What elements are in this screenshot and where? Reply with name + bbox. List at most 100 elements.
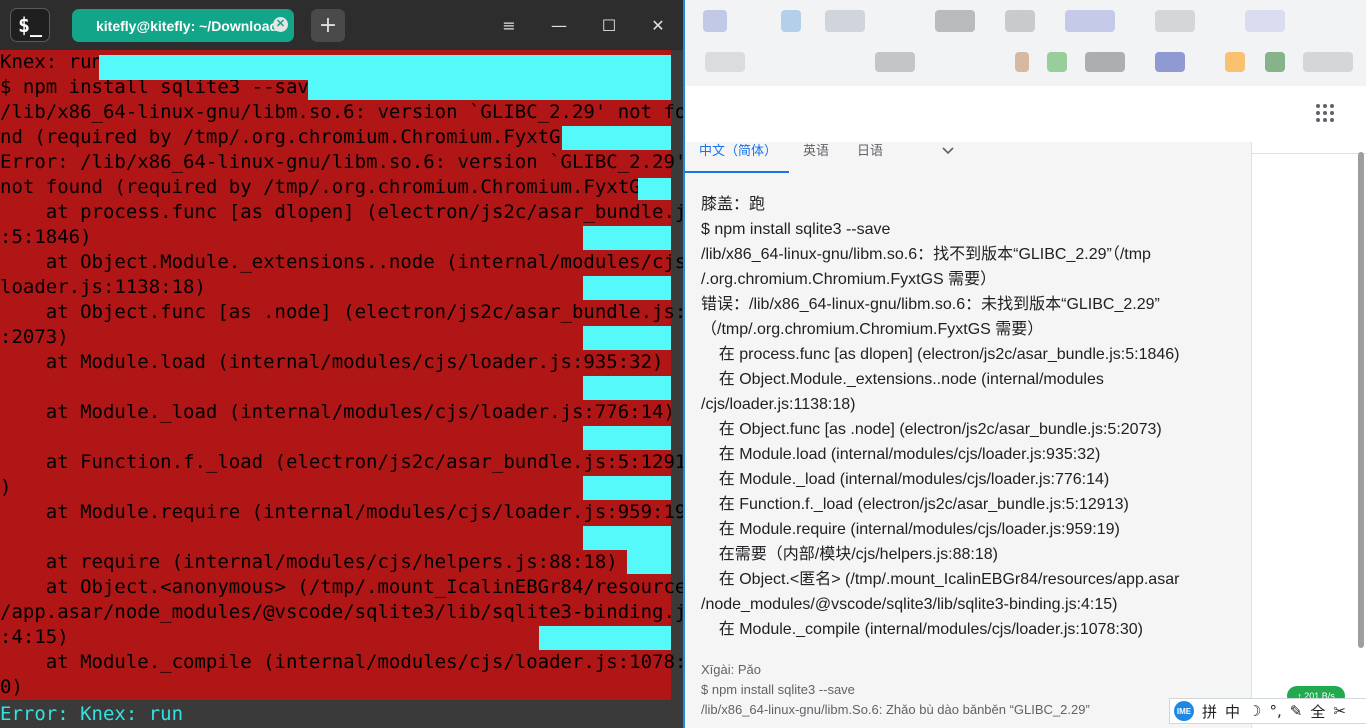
translate-page: 中文（简体） 英语 日语 膝盖：跑 $ npm install sqlite3 … <box>683 0 1366 728</box>
terminal-line: 0) <box>0 675 683 700</box>
fullwidth-toggle[interactable]: 全 <box>1310 701 1325 722</box>
translation-output[interactable]: 膝盖：跑 $ npm install sqlite3 --save /lib/x… <box>701 192 1201 642</box>
terminal-line-text: at Object.<anonymous> (/tmp/.mount_Icali… <box>0 576 683 598</box>
terminal-line: at Module._load (internal/modules/cjs/lo… <box>0 400 683 425</box>
menu-icon[interactable]: ≡ <box>496 12 522 38</box>
terminal-line-text: Error: /lib/x86_64-linux-gnu/libm.so.6: … <box>0 151 683 173</box>
terminal-line-text: at Module._compile (internal/modules/cjs… <box>0 651 683 673</box>
tab-chinese-simplified[interactable]: 中文（简体） <box>699 142 777 172</box>
tab-english[interactable]: 英语 <box>803 142 829 172</box>
transliteration: Xīgài: Pǎo $ npm install sqlite3 --save … <box>701 660 1221 720</box>
translation-line: /cjs/loader.js:1138:18) <box>701 396 856 413</box>
bookmark-icon[interactable] <box>1225 52 1245 72</box>
terminal-line-text: /app.asar/node_modules/@vscode/sqlite3/l… <box>0 601 683 623</box>
terminal-header-bar: $_ kitefly@kitefly: ~/Downloads ✕ + ≡ — … <box>0 0 683 50</box>
scrollbar[interactable] <box>1358 152 1364 648</box>
translation-line: 在 Object.Module._extensions..node (inter… <box>701 371 1104 388</box>
bookmark-icon[interactable] <box>1265 52 1285 72</box>
close-icon[interactable]: ✕ <box>645 12 671 38</box>
terminal-line: at Module._compile (internal/modules/cjs… <box>0 650 683 675</box>
terminal-line: /app.asar/node_modules/@vscode/sqlite3/l… <box>0 600 683 625</box>
minimize-icon[interactable]: — <box>546 12 572 38</box>
terminal-line: loader.js:1138:18) <box>0 275 683 300</box>
tab-close-icon[interactable]: ✕ <box>273 17 288 32</box>
transliteration-line: /lib/x86_64-linux-gnu/libm.So.6: Zhǎo bù… <box>701 702 1090 717</box>
terminal-line: at process.func [as dlopen] (electron/js… <box>0 200 683 225</box>
ime-language-toggle[interactable]: 中 <box>1225 701 1240 722</box>
terminal-line: /lib/x86_64-linux-gnu/libm.so.6: version… <box>0 100 683 125</box>
terminal-line: at require (internal/modules/cjs/helpers… <box>0 550 683 575</box>
ime-logo-icon[interactable]: IME <box>1174 701 1194 721</box>
terminal-line-text: ) <box>0 476 12 498</box>
translation-line: 在 Object.<匿名> (/tmp/.mount_IcalinEBGr84/… <box>701 571 1180 588</box>
bookmark-icon[interactable] <box>705 52 745 72</box>
translation-line: 在 Module._load (internal/modules/cjs/loa… <box>701 471 1110 488</box>
bookmark-icon[interactable] <box>825 10 865 32</box>
terminal-line: at Module.require (internal/modules/cjs/… <box>0 500 683 525</box>
ime-mode-pinyin[interactable]: 拼 <box>1202 701 1217 722</box>
pen-icon[interactable]: ✎ <box>1290 702 1303 720</box>
terminal-output[interactable]: Knex: run $ npm install sqlite3 --save /… <box>0 50 683 728</box>
terminal-line: at Module.load (internal/modules/cjs/loa… <box>0 350 683 375</box>
terminal-line-text: at Module.require (internal/modules/cjs/… <box>0 501 683 523</box>
bookmark-bar <box>685 0 1366 86</box>
bookmark-icon[interactable] <box>1015 52 1029 72</box>
translation-line: 在 Module._compile (internal/modules/cjs/… <box>701 621 1144 638</box>
translation-result-panel: 中文（简体） 英语 日语 膝盖：跑 $ npm install sqlite3 … <box>685 142 1252 728</box>
bookmark-icon[interactable] <box>1245 10 1285 32</box>
terminal-line: ) <box>0 475 683 500</box>
target-language-tabs: 中文（简体） 英语 日语 <box>685 142 1251 174</box>
selection-highlight <box>583 226 671 250</box>
translation-line: 在 Function.f._load (electron/js2c/asar_b… <box>701 496 1129 513</box>
translation-line: 在 Module.load (internal/modules/cjs/load… <box>701 446 1101 463</box>
terminal-line: at Function.f._load (electron/js2c/asar_… <box>0 450 683 475</box>
moon-icon[interactable]: ☽ <box>1248 702 1261 720</box>
terminal-line: :2073) <box>0 325 683 350</box>
punctuation-toggle[interactable]: °, <box>1269 702 1281 720</box>
terminal-line: :5:1846) <box>0 225 683 250</box>
selection-highlight <box>583 276 671 300</box>
bookmark-icon[interactable] <box>703 10 727 32</box>
bookmark-icon[interactable] <box>1005 10 1035 32</box>
translation-line: 在需要（内部/模块/cjs/helpers.js:88:18) <box>701 546 998 563</box>
terminal-app-icon[interactable]: $_ <box>10 8 50 42</box>
translation-line: 在 Module.require (internal/modules/cjs/l… <box>701 521 1120 538</box>
terminal-tab-title: kitefly@kitefly: ~/Downloads <box>96 17 286 34</box>
translation-line: /.org.chromium.Chromium.FyxtGS 需要） <box>701 271 997 288</box>
terminal-line: at Object.func [as .node] (electron/js2c… <box>0 300 683 325</box>
bookmark-icon[interactable] <box>1047 52 1067 72</box>
terminal-line-text: Knex: run <box>0 51 103 73</box>
translation-line: 在 process.func [as dlopen] (electron/js2… <box>701 346 1180 363</box>
bookmark-icon[interactable] <box>935 10 975 32</box>
bookmark-icon[interactable] <box>1065 10 1115 32</box>
scissors-icon[interactable]: ✂ <box>1333 702 1346 720</box>
terminal-line-text: at Module.load (internal/modules/cjs/loa… <box>0 351 664 373</box>
tab-japanese[interactable]: 日语 <box>857 142 883 172</box>
translation-line: $ npm install sqlite3 --save <box>701 221 891 238</box>
chevron-down-icon[interactable] <box>941 144 955 158</box>
terminal-line: Error: /lib/x86_64-linux-gnu/libm.so.6: … <box>0 150 683 175</box>
input-method-toolbar[interactable]: IME 拼 中 ☽ °, ✎ 全 ✂ <box>1169 698 1366 724</box>
selection-highlight <box>638 178 671 200</box>
bookmark-icon[interactable] <box>1155 10 1195 32</box>
maximize-icon[interactable]: ☐ <box>596 12 622 38</box>
terminal-status-line: Error: Knex: run <box>0 700 683 728</box>
terminal-line-text: at Object.func [as .node] (electron/js2c… <box>0 301 683 323</box>
translation-line: /node_modules/@vscode/sqlite3/lib/sqlite… <box>701 596 1118 613</box>
selection-highlight <box>583 426 671 450</box>
terminal-line-text: at require (internal/modules/cjs/helpers… <box>0 551 618 573</box>
apps-grid-icon[interactable] <box>1316 104 1334 122</box>
bookmark-icon[interactable] <box>1155 52 1185 72</box>
terminal-tab[interactable]: kitefly@kitefly: ~/Downloads ✕ <box>72 9 294 42</box>
bookmark-icon[interactable] <box>1085 52 1125 72</box>
bookmark-icon[interactable] <box>781 10 801 32</box>
transliteration-line: $ npm install sqlite3 --save <box>701 682 855 697</box>
selection-highlight <box>308 80 671 100</box>
translation-line: 膝盖：跑 <box>701 196 766 213</box>
new-tab-button[interactable]: + <box>311 9 345 42</box>
terminal-line: not found (required by /tmp/.org.chromiu… <box>0 175 683 200</box>
bookmark-icon[interactable] <box>875 52 915 72</box>
bookmark-icon[interactable] <box>1303 52 1353 72</box>
